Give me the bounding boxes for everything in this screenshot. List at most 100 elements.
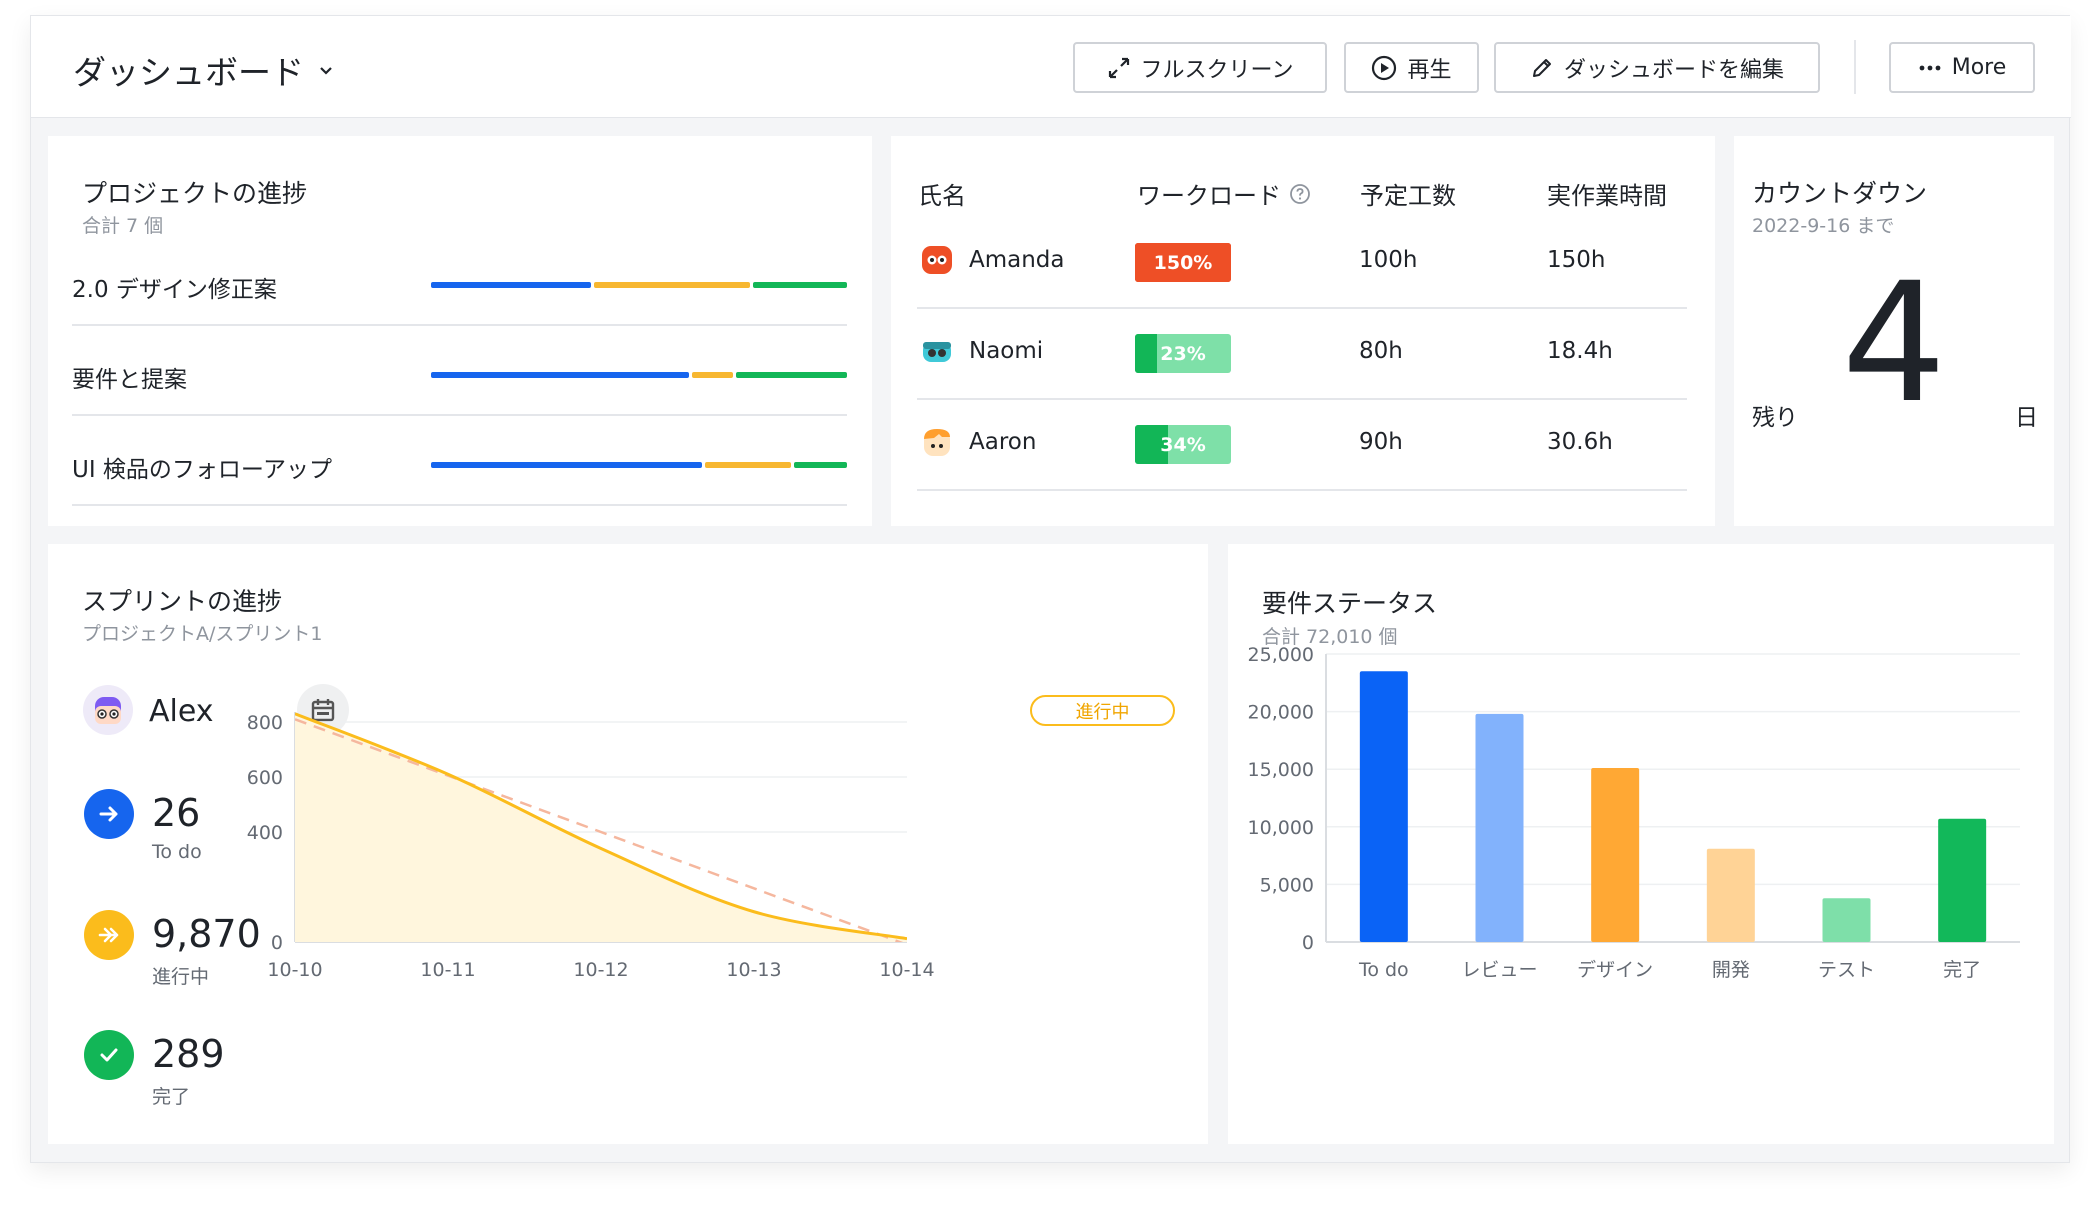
progress-segment-yellow	[692, 372, 734, 378]
header-divider	[1854, 40, 1856, 94]
play-button[interactable]: 再生	[1344, 42, 1479, 93]
y-tick-label: 0	[1302, 932, 1314, 954]
project-progress-bar	[431, 372, 847, 378]
x-tick-label: 10-10	[267, 959, 322, 981]
y-tick-label: 400	[247, 822, 283, 844]
sprint-progress-card: スプリントの進捗 プロジェクトA/スプリント1 Alex 進行中 26 To d…	[48, 544, 1208, 1144]
workload-percent: 34%	[1160, 433, 1206, 456]
planned-hours: 90h	[1359, 429, 1403, 455]
progress-segment-green	[752, 282, 847, 288]
project-progress-bar	[431, 462, 847, 468]
fullscreen-button[interactable]: フルスクリーン	[1073, 42, 1327, 93]
play-circle-icon	[1372, 55, 1397, 80]
header-planned: 予定工数	[1360, 182, 1456, 210]
workload-percent: 150%	[1153, 251, 1213, 274]
bar	[1938, 818, 1987, 942]
planned-hours: 100h	[1359, 247, 1418, 273]
play-label: 再生	[1407, 57, 1452, 83]
fullscreen-label: フルスクリーン	[1140, 57, 1294, 83]
chevron-down-icon	[320, 67, 332, 75]
header-name: 氏名	[918, 182, 966, 210]
project-name: UI 検品のフォローアップ	[72, 457, 333, 483]
expand-icon	[1108, 57, 1129, 78]
workload-card: 氏名 ワークロード 予定工数 実作業時間 Amanda 150% 100h 15…	[891, 136, 1715, 526]
red-avatar-icon	[922, 246, 952, 274]
header-workload: ワークロード	[1137, 176, 1311, 211]
project-row[interactable]: 2.0 デザイン修正案	[72, 236, 847, 326]
workload-badge: 34%	[1135, 425, 1231, 464]
dashboard-title-dropdown[interactable]: ダッシュボード	[73, 46, 334, 94]
bar	[1706, 848, 1755, 942]
bar	[1591, 768, 1640, 942]
help-circle-icon[interactable]	[1289, 183, 1311, 205]
countdown-subtitle: 2022-9-16 まで	[1752, 215, 1895, 237]
orange-avatar-icon	[924, 429, 950, 456]
y-tick-label: 800	[247, 712, 283, 734]
requirements-bar-chart: 25,000 20,000 15,000 10,000 5,000 0 To do レビュー デ…	[1248, 644, 2020, 981]
x-tick-label: 完了	[1943, 959, 1981, 981]
countdown-value: 4	[1841, 247, 1947, 439]
y-tick-label: 5,000	[1260, 874, 1314, 896]
table-row[interactable]: Amanda 150% 100h 150h	[917, 218, 1687, 309]
edit-dashboard-button[interactable]: ダッシュボードを編集	[1494, 42, 1820, 93]
more-label: More	[1951, 55, 2007, 80]
progress-segment-blue	[431, 462, 702, 468]
header-workload-label: ワークロード	[1137, 182, 1281, 210]
table-row[interactable]: Aaron 34% 90h 30.6h	[917, 400, 1687, 491]
progress-segment-green	[736, 372, 847, 378]
bar	[1475, 713, 1524, 942]
project-name: 2.0 デザイン修正案	[72, 277, 277, 303]
more-button[interactable]: More	[1889, 42, 2035, 93]
x-tick-label: 10-12	[573, 959, 628, 981]
x-tick-label: 10-14	[879, 959, 934, 981]
dashboard-app: ダッシュボード フルスクリーン 再生 ダッシュボードを編集 More プロジェク…	[30, 15, 2071, 1163]
y-tick-label: 0	[271, 932, 283, 954]
countdown-unit: 日	[2015, 405, 2038, 431]
project-row[interactable]: UI 検品のフォローアップ	[72, 416, 847, 506]
y-tick-label: 600	[247, 767, 283, 789]
project-progress-bar	[431, 282, 847, 288]
actual-hours: 150h	[1547, 247, 1606, 273]
progress-segment-yellow	[704, 462, 791, 468]
bar	[1359, 671, 1408, 942]
project-progress-card: プロジェクトの進捗 合計 7 個 2.0 デザイン修正案 要件と提案 UI 検品…	[48, 136, 872, 526]
table-row[interactable]: Naomi 23% 80h 18.4h	[917, 309, 1687, 400]
planned-hours: 80h	[1359, 338, 1403, 364]
project-progress-subtitle: 合計 7 個	[82, 215, 164, 237]
workload-fill	[1135, 334, 1158, 373]
bar	[1822, 898, 1871, 942]
ellipsis-icon	[1919, 65, 1941, 70]
x-tick-label: デザイン	[1577, 959, 1653, 981]
workload-percent: 23%	[1160, 342, 1206, 365]
person-name: Naomi	[969, 338, 1044, 364]
countdown-title: カウントダウン	[1752, 179, 1928, 208]
y-tick-label: 25,000	[1248, 644, 1314, 666]
pencil-icon	[1532, 58, 1551, 77]
progress-segment-green	[793, 462, 847, 468]
actual-hours: 30.6h	[1547, 429, 1613, 455]
edit-dashboard-label: ダッシュボードを編集	[1563, 57, 1784, 83]
y-tick-label: 10,000	[1248, 817, 1314, 839]
header-actual: 実作業時間	[1547, 182, 1667, 210]
project-row[interactable]: 要件と提案	[72, 326, 847, 416]
x-tick-label: 10-11	[420, 959, 475, 981]
progress-segment-blue	[431, 282, 591, 288]
workload-badge: 23%	[1135, 334, 1231, 373]
y-tick-label: 20,000	[1248, 702, 1314, 724]
x-tick-label: 10-13	[726, 959, 781, 981]
x-tick-label: 開発	[1712, 959, 1750, 981]
countdown-card: カウントダウン 2022-9-16 まで 残り 4 日	[1734, 136, 2054, 526]
x-tick-label: テスト	[1818, 959, 1875, 981]
x-tick-label: レビュー	[1461, 959, 1537, 981]
project-name: 要件と提案	[72, 367, 187, 393]
requirements-card: 要件ステータス 合計 72,010 個 25,000 20,000 15,000 10…	[1228, 544, 2054, 1144]
teal-avatar-icon	[923, 342, 951, 362]
dashboard-header: ダッシュボード フルスクリーン 再生 ダッシュボードを編集 More	[31, 16, 2071, 118]
workload-badge: 150%	[1135, 243, 1231, 282]
y-tick-label: 15,000	[1248, 759, 1314, 781]
progress-segment-yellow	[593, 282, 750, 288]
page-title: ダッシュボード	[73, 53, 304, 92]
progress-segment-blue	[431, 372, 690, 378]
person-name: Amanda	[969, 247, 1065, 273]
burndown-chart: 800 600 400 0 10-10 10-11 10-12 10-13 10-14	[247, 712, 935, 981]
